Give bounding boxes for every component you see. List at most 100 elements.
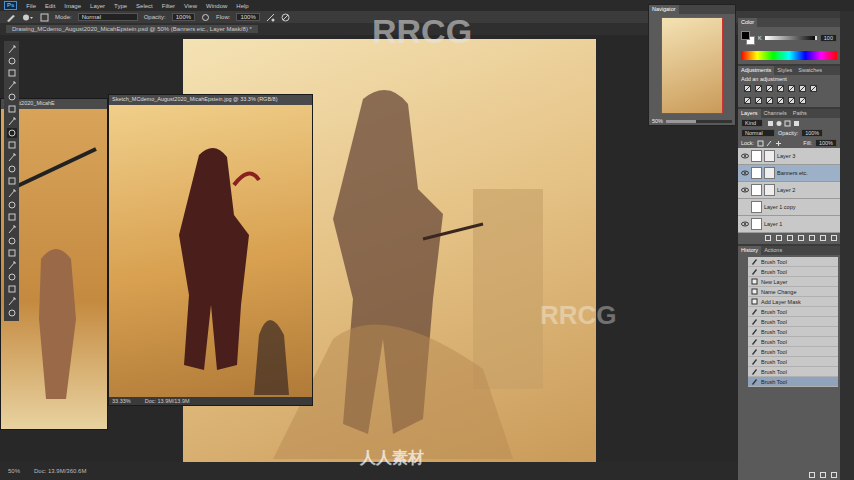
zoom-tool[interactable] xyxy=(7,272,17,282)
visibility-toggle[interactable] xyxy=(740,220,749,229)
eyedropper-tool[interactable] xyxy=(7,104,17,114)
blend-dropdown[interactable]: Normal xyxy=(741,129,775,137)
history-row[interactable]: Add Layer Mask xyxy=(748,297,838,307)
panel-tab[interactable]: Styles xyxy=(774,66,795,75)
visibility-toggle[interactable] xyxy=(740,169,749,178)
screen-mode-tool[interactable] xyxy=(7,308,17,318)
sketch-window[interactable]: Sketch_MCdemo_August2020_MicahEpstein.jp… xyxy=(108,94,313,406)
history-row[interactable]: Brush Tool xyxy=(748,367,838,377)
layer-row[interactable]: Layer 3 xyxy=(738,148,840,165)
panel-tab[interactable]: Swatches xyxy=(795,66,825,75)
eraser-tool[interactable] xyxy=(7,164,17,174)
quick-mask-tool[interactable] xyxy=(7,296,17,306)
stamp-tool[interactable] xyxy=(7,140,17,150)
filter-dropdown[interactable]: Kind xyxy=(741,119,763,127)
panel-tab[interactable]: Layers xyxy=(738,109,761,118)
document-tab[interactable]: Drawing_MCdemo_August2020_MicahEpstein.p… xyxy=(6,25,258,33)
adjustment-button[interactable] xyxy=(788,97,795,105)
menu-item[interactable]: Window xyxy=(206,3,227,9)
status-zoom[interactable]: 50% xyxy=(8,468,20,474)
trash-button[interactable] xyxy=(831,472,837,479)
visibility-toggle[interactable] xyxy=(740,203,749,212)
menu-item[interactable]: Type xyxy=(114,3,127,9)
visibility-toggle[interactable] xyxy=(740,152,749,161)
fg-bg-swatches[interactable] xyxy=(741,31,755,45)
history-row[interactable]: Brush Tool xyxy=(748,307,838,317)
layer-name[interactable]: Layer 1 copy xyxy=(764,204,796,210)
trash-button[interactable] xyxy=(831,235,837,242)
history-row[interactable]: Name Change xyxy=(748,287,838,297)
layer-name[interactable]: Banners etc. xyxy=(777,170,808,176)
opacity-field[interactable]: 100% xyxy=(172,13,195,21)
history-row[interactable]: Brush Tool xyxy=(748,377,838,387)
path-select-tool[interactable] xyxy=(7,236,17,246)
visibility-toggle[interactable] xyxy=(740,186,749,195)
history-brush-tool[interactable] xyxy=(7,152,17,162)
swatch-tool[interactable] xyxy=(7,284,17,294)
zoom-slider[interactable] xyxy=(666,120,732,123)
menu-item[interactable]: View xyxy=(184,3,197,9)
layer-opacity-field[interactable]: 100% xyxy=(801,129,823,137)
group-button[interactable] xyxy=(809,235,815,242)
flow-field[interactable]: 100% xyxy=(236,13,259,21)
dodge-tool[interactable] xyxy=(7,200,17,210)
adjustment-button[interactable] xyxy=(799,85,806,93)
adjustment-button[interactable] xyxy=(744,97,751,105)
mask-button[interactable] xyxy=(787,235,793,242)
move-tool[interactable] xyxy=(7,44,17,54)
marquee-tool[interactable] xyxy=(7,56,17,66)
history-row[interactable]: Brush Tool xyxy=(748,257,838,267)
healing-tool[interactable] xyxy=(7,116,17,126)
layer-name[interactable]: Layer 3 xyxy=(777,153,795,159)
panel-tab[interactable]: Adjustments xyxy=(738,66,774,75)
snapshot-button[interactable] xyxy=(809,472,815,479)
pen-tool[interactable] xyxy=(7,212,17,222)
layer-row[interactable]: Banners etc. xyxy=(738,165,840,182)
layer-name[interactable]: Layer 2 xyxy=(777,187,795,193)
k-value-field[interactable]: 100 xyxy=(820,34,837,42)
new-layer-button[interactable] xyxy=(820,235,826,242)
blur-tool[interactable] xyxy=(7,188,17,198)
menu-item[interactable]: Help xyxy=(236,3,248,9)
panel-tab[interactable]: Channels xyxy=(761,109,790,118)
adjustment-button[interactable] xyxy=(755,97,762,105)
adjustment-button[interactable] xyxy=(777,85,784,93)
crop-tool[interactable] xyxy=(7,92,17,102)
color-tab[interactable]: Color xyxy=(738,18,757,27)
adjust-button[interactable] xyxy=(798,235,804,242)
window-zoom[interactable]: 33.33% xyxy=(112,398,131,404)
magic-wand-tool[interactable] xyxy=(7,80,17,90)
menu-item[interactable]: Filter xyxy=(162,3,175,9)
new-document-button[interactable] xyxy=(820,472,826,479)
fx-button[interactable] xyxy=(776,235,782,242)
lasso-tool[interactable] xyxy=(7,68,17,78)
adjustment-button[interactable] xyxy=(788,85,795,93)
panel-tab[interactable]: History xyxy=(738,246,761,255)
k-slider[interactable] xyxy=(765,36,817,40)
navigator-zoom[interactable]: 50% xyxy=(652,118,663,124)
panel-tab[interactable]: Actions xyxy=(761,246,785,255)
gradient-tool[interactable] xyxy=(7,176,17,186)
menu-item[interactable]: File xyxy=(26,3,36,9)
history-row[interactable]: Brush Tool xyxy=(748,347,838,357)
adjustment-button[interactable] xyxy=(799,97,806,105)
layer-row[interactable]: Layer 1 xyxy=(738,216,840,233)
adjustment-button[interactable] xyxy=(766,97,773,105)
hand-tool[interactable] xyxy=(7,260,17,270)
app-logo[interactable]: Ps xyxy=(4,1,17,10)
mode-dropdown[interactable]: Normal xyxy=(78,13,138,21)
history-row[interactable]: New Layer xyxy=(748,277,838,287)
adjustment-button[interactable] xyxy=(810,85,817,93)
link-button[interactable] xyxy=(765,235,771,242)
layer-name[interactable]: Layer 1 xyxy=(764,221,782,227)
history-row[interactable]: Brush Tool xyxy=(748,317,838,327)
history-row[interactable]: Brush Tool xyxy=(748,327,838,337)
menu-item[interactable]: Select xyxy=(136,3,153,9)
menu-item[interactable]: Image xyxy=(64,3,81,9)
shape-tool[interactable] xyxy=(7,248,17,258)
color-spectrum[interactable] xyxy=(741,51,837,60)
brush-tool[interactable] xyxy=(7,128,17,138)
type-tool[interactable] xyxy=(7,224,17,234)
menu-item[interactable]: Edit xyxy=(45,3,55,9)
history-row[interactable]: Brush Tool xyxy=(748,267,838,277)
